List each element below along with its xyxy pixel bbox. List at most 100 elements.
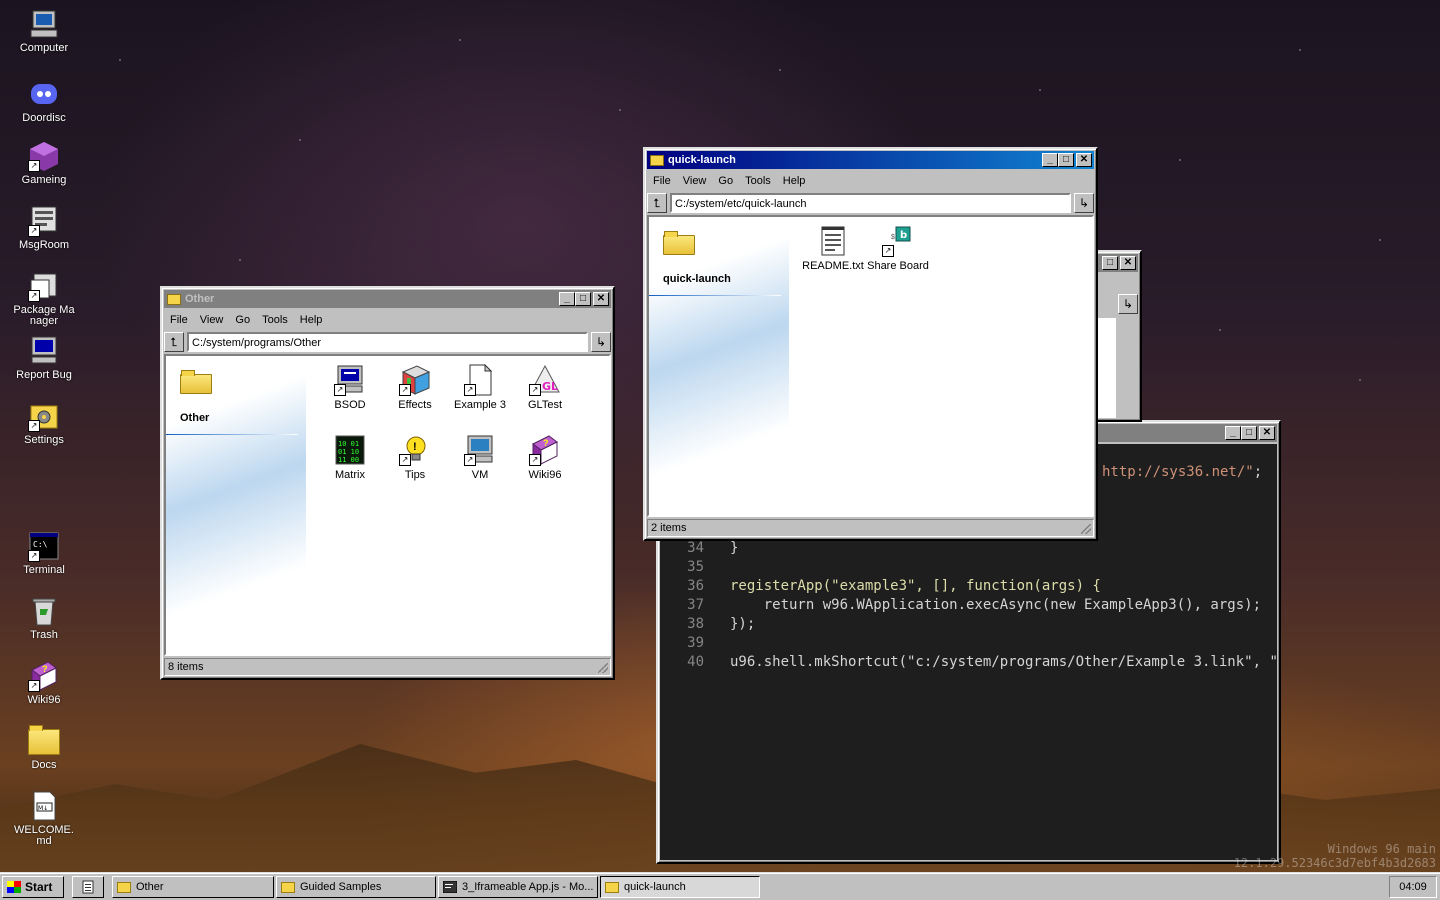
file-label: Effects	[398, 399, 432, 411]
quick-launch-notepad[interactable]	[72, 876, 104, 898]
file-label: Tips	[404, 469, 426, 481]
title-bar[interactable]: □ ✕	[1094, 254, 1138, 272]
desktop-icon-trash[interactable]: Trash	[12, 595, 76, 641]
title-bar[interactable]: quick-launch _ □ ✕	[647, 151, 1094, 169]
desktop-icon-label: MsgRoom	[18, 239, 70, 251]
menu-view[interactable]: View	[677, 175, 713, 187]
file-item[interactable]: ↗ BSOD	[318, 364, 382, 411]
status-bar: 8 items	[164, 658, 611, 676]
side-panel-divider	[649, 295, 781, 296]
close-button[interactable]: ✕	[1259, 426, 1275, 440]
go-button[interactable]: ↳	[1074, 193, 1094, 213]
file-item[interactable]: ↗ Example 3	[448, 363, 512, 411]
path-input[interactable]: C:/system/etc/quick-launch	[670, 193, 1071, 213]
file-view[interactable]: Other ↗ BSOD ↗ Effects ↗ Example 3 GL ↗ …	[164, 354, 611, 656]
desktop-icon-gameing[interactable]: ↗ Gameing	[12, 140, 76, 186]
task-label: 3_Iframeable App.js - Mo...	[462, 881, 594, 893]
path-input[interactable]: C:/system/programs/Other	[187, 332, 588, 352]
menu-help[interactable]: Help	[294, 314, 329, 326]
file-item[interactable]: README.txt	[801, 225, 865, 272]
desktop-icon-label: Terminal	[23, 564, 65, 576]
task-button-quick-launch[interactable]: quick-launch	[600, 876, 760, 898]
editor-icon	[443, 881, 457, 893]
folder-icon	[28, 725, 60, 757]
gltest-icon: GL ↗	[529, 364, 561, 396]
maximize-button[interactable]: □	[1241, 426, 1257, 440]
file-item[interactable]: ! ↗ Tips	[383, 434, 447, 481]
task-button-code-editor[interactable]: 3_Iframeable App.js - Mo...	[438, 876, 598, 898]
file-item[interactable]: b $ ↗ Share Board	[866, 225, 930, 272]
file-item[interactable]: 10 01 01 10 11 00 Matrix	[318, 434, 382, 481]
maximize-button[interactable]: □	[1102, 256, 1118, 270]
minimize-button[interactable]: _	[1042, 153, 1058, 167]
minimize-button[interactable]: _	[1225, 426, 1241, 440]
terminal-icon: C:\ ↗	[28, 530, 60, 562]
status-text: 2 items	[651, 522, 687, 534]
go-button[interactable]: ↳	[1118, 294, 1138, 314]
shortcut-arrow-icon: ↗	[28, 160, 40, 172]
task-label: Other	[136, 881, 164, 893]
file-item[interactable]: ↗ VM	[448, 434, 512, 481]
menu-bar: File View Go Tools Help	[645, 171, 1096, 191]
shortcut-arrow-icon: ↗	[464, 454, 476, 466]
explorer-window-quick-launch[interactable]: quick-launch _ □ ✕ File View Go Tools He…	[643, 147, 1098, 541]
desktop-icon-msgroom[interactable]: ↗ MsgRoom	[12, 205, 76, 251]
menu-go[interactable]: Go	[712, 175, 739, 187]
status-text: 8 items	[168, 661, 204, 673]
maximize-button[interactable]: □	[1058, 153, 1074, 167]
folder-icon	[167, 293, 181, 305]
svg-text:GL: GL	[542, 380, 558, 393]
menu-file[interactable]: File	[164, 314, 194, 326]
desktop-icon-report-bug[interactable]: Report Bug	[12, 335, 76, 381]
resize-grip[interactable]	[1081, 524, 1091, 534]
report-bug-icon	[28, 335, 60, 367]
desktop-icon-doordisc[interactable]: Doordisc	[12, 78, 76, 124]
file-item[interactable]: ? ↗ Wiki96	[513, 434, 577, 481]
svg-text:C:\: C:\	[33, 540, 48, 549]
desktop-icon-terminal[interactable]: C:\ ↗ Terminal	[12, 530, 76, 576]
side-panel-title: quick-launch	[663, 273, 731, 285]
menu-tools[interactable]: Tools	[739, 175, 777, 187]
menu-help[interactable]: Help	[777, 175, 812, 187]
menu-file[interactable]: File	[647, 175, 677, 187]
explorer-window-other[interactable]: Other _ □ ✕ File View Go Tools Help ⮤ C:…	[160, 286, 615, 680]
task-button-other[interactable]: Other	[112, 876, 274, 898]
menu-tools[interactable]: Tools	[256, 314, 294, 326]
desktop-icon-package-manager[interactable]: ↗ Package Manager	[12, 270, 76, 327]
minimize-button[interactable]: _	[559, 292, 575, 306]
maximize-button[interactable]: □	[575, 292, 591, 306]
code-line-37: 37 return w96.WApplication.execAsync(new…	[687, 597, 1262, 613]
desktop-icon-welcome-md[interactable]: M↓ WELCOME.md	[12, 790, 76, 847]
file-item[interactable]: GL ↗ GLTest	[513, 364, 577, 411]
shortcut-arrow-icon: ↗	[529, 384, 541, 396]
system-clock[interactable]: 04:09	[1389, 876, 1437, 898]
file-item[interactable]: ↗ Effects	[383, 364, 447, 411]
package-manager-icon: ↗	[28, 270, 60, 302]
go-button[interactable]: ↳	[591, 332, 611, 352]
desktop-icon-label: Gameing	[21, 174, 67, 186]
desktop-icon-label: Report Bug	[16, 369, 72, 381]
bsod-computer-icon: ↗	[334, 364, 366, 396]
resize-grip[interactable]	[598, 663, 608, 673]
task-button-guided-samples[interactable]: Guided Samples	[276, 876, 436, 898]
menu-view[interactable]: View	[194, 314, 230, 326]
start-label: Start	[25, 880, 53, 894]
title-bar[interactable]: Other _ □ ✕	[164, 290, 611, 308]
address-bar: ⮤ C:/system/programs/Other ↳	[162, 330, 613, 354]
up-button[interactable]: ⮤	[647, 193, 667, 213]
up-button[interactable]: ⮤	[164, 332, 184, 352]
menu-go[interactable]: Go	[229, 314, 256, 326]
svg-text:?: ?	[543, 438, 549, 448]
desktop-icon-computer[interactable]: Computer	[12, 8, 76, 54]
file-view[interactable]: quick-launch README.txt b $ ↗ Share Board	[647, 215, 1094, 517]
folder-icon	[117, 881, 131, 893]
close-button[interactable]: ✕	[593, 292, 609, 306]
desktop-icon-settings[interactable]: ↗ Settings	[12, 400, 76, 446]
close-button[interactable]: ✕	[1076, 153, 1092, 167]
desktop-icon-docs[interactable]: Docs	[12, 725, 76, 771]
desktop-icon-label: WELCOME.md	[14, 824, 74, 847]
start-button[interactable]: Start	[2, 876, 64, 898]
close-button[interactable]: ✕	[1120, 256, 1136, 270]
desktop-icon-wiki96[interactable]: ? ↗ Wiki96	[12, 660, 76, 706]
svg-text:11 00: 11 00	[338, 456, 359, 464]
